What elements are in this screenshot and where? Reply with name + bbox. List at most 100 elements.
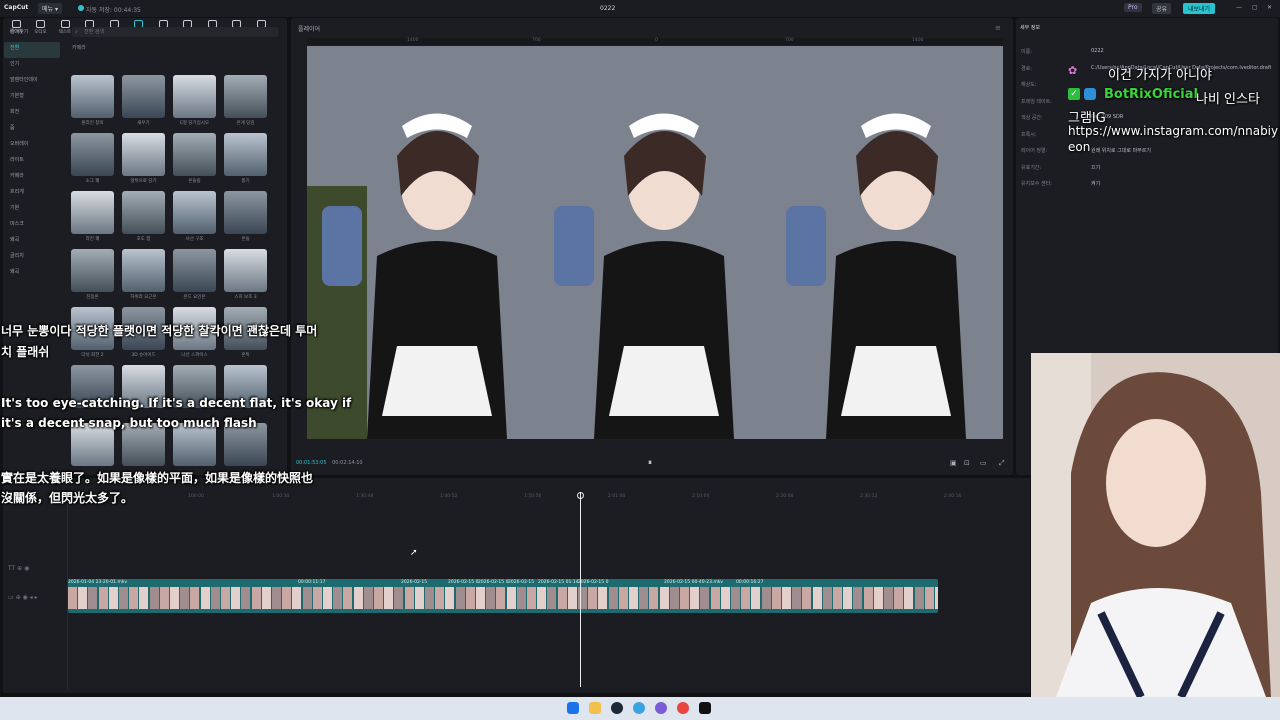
clip-thumbnail <box>547 587 557 609</box>
playhead-handle[interactable] <box>577 492 584 499</box>
clip-thumbnail <box>149 587 159 609</box>
tile-label: 호도 쯤 <box>136 237 151 242</box>
category-item[interactable]: 왜곡 <box>4 266 60 282</box>
transition-tile[interactable] <box>173 133 216 176</box>
transition-tile[interactable] <box>122 191 165 234</box>
file-explorer-icon[interactable] <box>589 702 601 714</box>
clip-thumbnail <box>221 587 230 609</box>
clip-thumbnail <box>792 587 802 609</box>
category-item[interactable]: 회전 <box>4 106 60 122</box>
subtitle-korean-2: 치 플래쉬 <box>1 345 50 359</box>
person-figure <box>539 46 771 439</box>
clip-thumbnail <box>190 587 200 609</box>
transition-tile[interactable] <box>224 133 267 176</box>
category-item[interactable]: 카메라 <box>4 170 60 186</box>
obs-icon[interactable] <box>655 702 667 714</box>
menu-button[interactable]: 메뉴 ▾ <box>38 3 62 14</box>
chrome-icon[interactable] <box>677 702 689 714</box>
transition-tile[interactable] <box>71 133 114 176</box>
clip-thumbnail <box>843 587 853 609</box>
minimize-icon[interactable]: — <box>1236 4 1242 11</box>
transition-tile[interactable] <box>71 249 114 292</box>
capcut-icon[interactable] <box>699 702 711 714</box>
property-value: 원래 위치로 그대로 마무르기 <box>1091 148 1151 154</box>
timeline-tick: 2:10:04 <box>692 494 710 499</box>
video-preview[interactable] <box>307 46 1003 439</box>
category-item[interactable]: 왜곡 <box>4 234 60 250</box>
taskbar <box>0 697 1280 720</box>
category-item[interactable]: 마스크 <box>4 218 60 234</box>
transition-tile[interactable] <box>122 75 165 118</box>
timeline-tick: 2:30:12 <box>860 494 878 499</box>
clip-label: 2026-02-15 0 <box>478 580 509 585</box>
category-item[interactable]: 인기 <box>4 58 60 74</box>
category-item[interactable]: 기본 <box>4 202 60 218</box>
clip-thumbnail <box>894 587 904 609</box>
playhead[interactable] <box>580 492 581 687</box>
timeline-tick: 2:40:16 <box>944 494 962 499</box>
video-track-icon[interactable]: ▭ ⊕ ◉ ◂ ▸ <box>8 594 38 601</box>
category-item[interactable]: 흐리게 <box>4 186 60 202</box>
text-track-icon[interactable]: TT ⊕ ◉ <box>8 565 29 572</box>
clip-thumbnail <box>710 587 720 609</box>
browser-icon[interactable] <box>633 702 645 714</box>
clip-thumbnail <box>465 587 475 609</box>
timeline-tick: 1:30:48 <box>356 494 374 499</box>
clip-thumbnail <box>853 587 863 609</box>
pause-icon[interactable]: ⏸ <box>648 458 652 468</box>
ruler-tick: 700 <box>785 38 794 43</box>
category-item[interactable]: 오버레이 <box>4 138 60 154</box>
steam-icon[interactable] <box>611 702 623 714</box>
tab-details[interactable]: 세부 정보 <box>1020 24 1040 31</box>
transition-tile[interactable] <box>71 75 114 118</box>
close-icon[interactable]: ✕ <box>1267 4 1272 11</box>
ratio-icon[interactable]: ▣ <box>950 459 957 467</box>
clip-thumbnail <box>618 587 628 609</box>
transition-tile[interactable] <box>224 75 267 118</box>
category-item[interactable]: 라이트 <box>4 154 60 170</box>
maximize-icon[interactable]: ▢ <box>1252 4 1258 11</box>
transition-tile[interactable] <box>71 191 114 234</box>
tile-label: 샤선 구조 <box>185 237 204 242</box>
search-input[interactable]: 전환 검색 <box>72 27 278 37</box>
quality-icon[interactable]: ▭ <box>980 459 987 467</box>
clip-thumbnail <box>516 587 526 609</box>
fullscreen-icon[interactable]: ⤢ <box>999 459 1005 468</box>
transition-tile[interactable] <box>224 249 267 292</box>
transition-tile[interactable] <box>122 249 165 292</box>
share-button[interactable]: 공유 <box>1152 3 1172 14</box>
category-item[interactable]: 글리치 <box>4 250 60 266</box>
transition-tile[interactable] <box>173 75 216 118</box>
clip-thumbnail <box>761 587 771 609</box>
clip-thumbnail <box>414 587 424 609</box>
clip-thumbnail <box>700 587 710 609</box>
transition-tile[interactable] <box>173 191 216 234</box>
menu-icon[interactable]: ≡ <box>995 24 1001 32</box>
timecode-display: 00:01:53:05 00:02:14:10 <box>296 460 363 466</box>
clip-thumbnail <box>833 587 842 609</box>
clip-thumbnail <box>374 587 383 609</box>
clip-thumbnail <box>343 587 353 609</box>
clip-thumbnail <box>98 587 108 609</box>
subtitle-english-2: it's a decent snap, but too much flash <box>1 416 257 430</box>
windows-start-icon[interactable] <box>567 702 579 714</box>
clip-label: 2026-02-15 <box>401 580 428 585</box>
transition-tile[interactable] <box>173 249 216 292</box>
clip-thumbnail <box>251 587 261 609</box>
category-item[interactable]: 기본형 <box>4 90 60 106</box>
transition-tile[interactable] <box>122 133 165 176</box>
pro-button[interactable]: Pro <box>1124 3 1142 12</box>
clip-thumbnail <box>486 587 496 609</box>
video-clip-track[interactable]: 2026-01-04 23-20-01.mkv 00:00:11:17 2026-0… <box>68 579 938 613</box>
autosave-icon <box>78 5 84 11</box>
clip-thumbnail <box>537 587 547 609</box>
snapshot-icon[interactable]: ⊡ <box>964 459 970 467</box>
category-item[interactable]: 줌 <box>4 122 60 138</box>
export-button[interactable]: 내보내기 <box>1183 3 1216 14</box>
ruler-tick: 1400 <box>912 38 924 43</box>
category-item[interactable]: 즐겨찾기 <box>4 26 60 42</box>
category-item[interactable]: 전환 <box>4 42 60 58</box>
transition-tile[interactable] <box>224 191 267 234</box>
clip-thumbnail <box>608 587 618 609</box>
category-item[interactable]: 발렌타인데이 <box>4 74 60 90</box>
